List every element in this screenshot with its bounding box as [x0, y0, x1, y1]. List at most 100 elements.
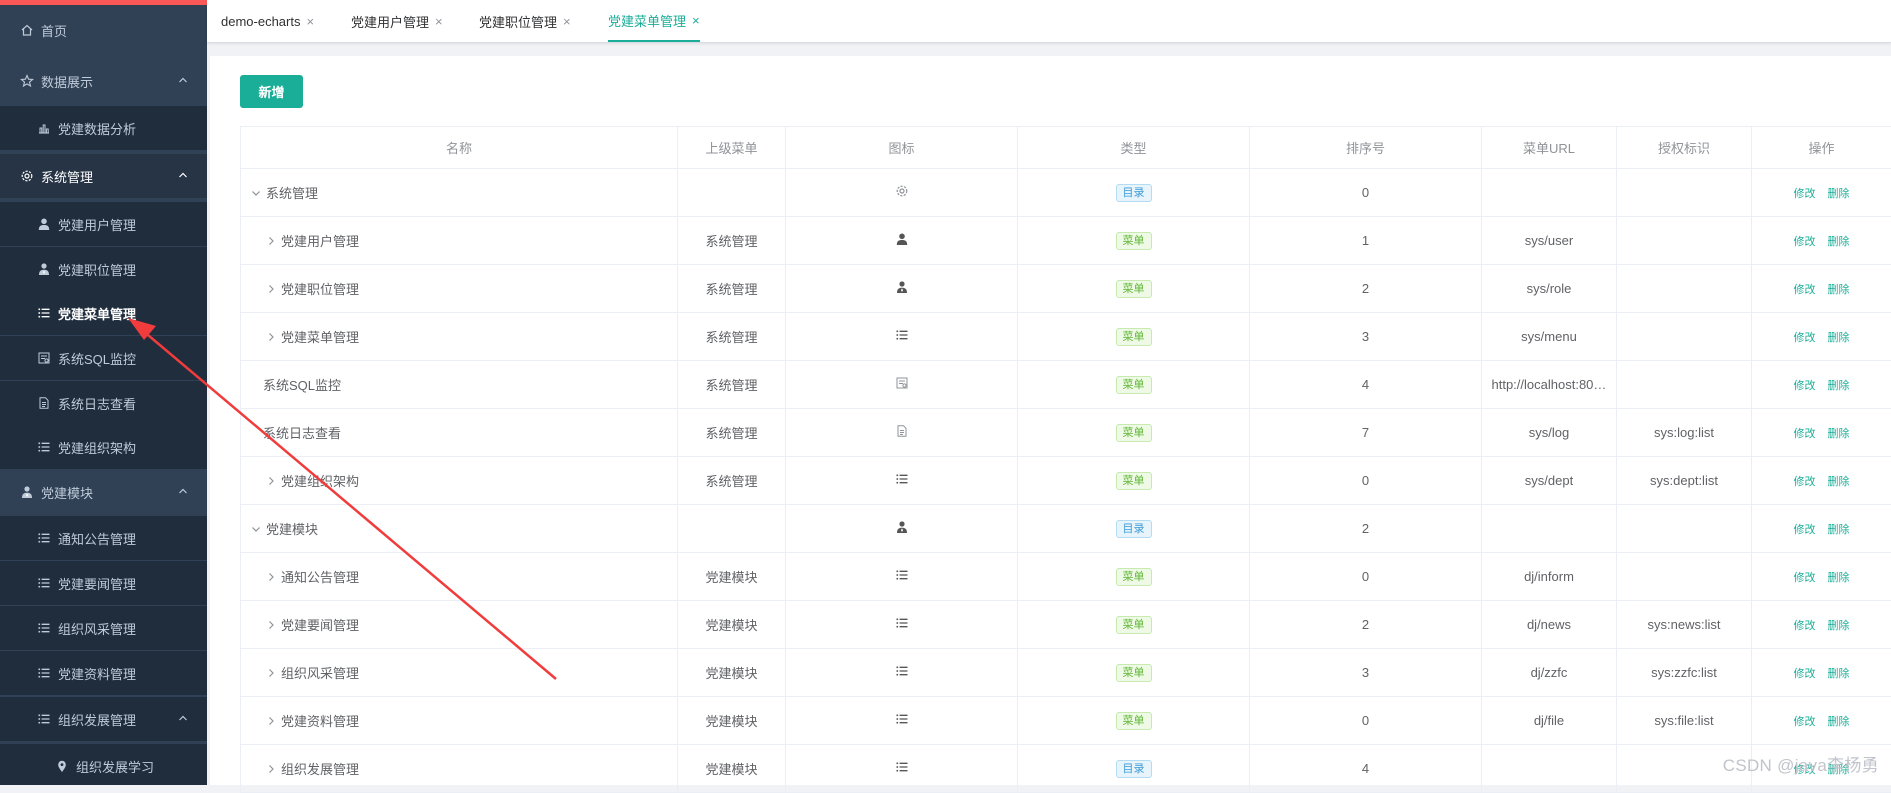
- chevron-right-icon[interactable]: [264, 666, 278, 680]
- delete-button[interactable]: 删除: [1828, 329, 1850, 345]
- delete-button[interactable]: 删除: [1828, 233, 1850, 249]
- cell-order: 0: [1250, 169, 1482, 216]
- list-icon: [895, 472, 909, 489]
- delete-button[interactable]: 删除: [1828, 713, 1850, 729]
- cell-url: sys/user: [1482, 217, 1617, 264]
- cell-type: 菜单: [1018, 601, 1250, 648]
- edit-button[interactable]: 修改: [1794, 377, 1816, 393]
- delete-button[interactable]: 删除: [1828, 521, 1850, 537]
- cell-url: dj/zzfc: [1482, 649, 1617, 696]
- cell-ops: 修改 删除: [1752, 697, 1891, 744]
- type-tag: 菜单: [1115, 327, 1152, 346]
- cell-icon: [786, 697, 1018, 744]
- sidebar-item-label: 党建组织架构: [58, 440, 137, 456]
- sidebar-item-2[interactable]: 党建数据分析: [0, 106, 207, 150]
- cell-ops: 修改 删除: [1752, 457, 1891, 504]
- sidebar-item-0[interactable]: 首页: [0, 9, 207, 51]
- delete-button[interactable]: 删除: [1828, 425, 1850, 441]
- sidebar-item-8[interactable]: 系统日志查看: [0, 381, 207, 425]
- delete-button[interactable]: 删除: [1828, 617, 1850, 633]
- cell-ops: 修改 删除: [1752, 361, 1891, 408]
- close-icon[interactable]: ×: [306, 14, 314, 29]
- tab-3[interactable]: 党建菜单管理 ×: [608, 0, 700, 42]
- menu-url: sys/menu: [1521, 329, 1577, 344]
- chevron-right-icon[interactable]: [264, 618, 278, 632]
- cell-perm: sys:log:list: [1617, 409, 1752, 456]
- chevron-right-icon[interactable]: [264, 570, 278, 584]
- cell-type: 菜单: [1018, 217, 1250, 264]
- sidebar-item-1[interactable]: 数据展示: [0, 59, 207, 103]
- edit-button[interactable]: 修改: [1794, 425, 1816, 441]
- delete-button[interactable]: 删除: [1828, 665, 1850, 681]
- cell-order: 2: [1250, 505, 1482, 552]
- delete-button[interactable]: 删除: [1828, 569, 1850, 585]
- home-icon: [19, 22, 35, 38]
- sidebar-item-5[interactable]: 党建职位管理: [0, 247, 207, 291]
- cell-name: 组织风采管理: [241, 649, 678, 696]
- sidebar-item-10[interactable]: 党建模块: [0, 470, 207, 514]
- sidebar-item-7[interactable]: 系统SQL监控: [0, 336, 207, 380]
- edit-button[interactable]: 修改: [1794, 665, 1816, 681]
- chevron-right-icon[interactable]: [264, 762, 278, 776]
- delete-button[interactable]: 删除: [1828, 185, 1850, 201]
- name-wrap: 系统日志查看: [241, 423, 341, 442]
- star-icon: [19, 73, 35, 89]
- edit-button[interactable]: 修改: [1794, 569, 1816, 585]
- edit-button[interactable]: 修改: [1794, 281, 1816, 297]
- delete-button[interactable]: 删除: [1828, 473, 1850, 489]
- delete-button[interactable]: 删除: [1828, 377, 1850, 393]
- edit-button[interactable]: 修改: [1794, 713, 1816, 729]
- sidebar-item-14[interactable]: 党建资料管理: [0, 651, 207, 695]
- cell-type: 菜单: [1018, 265, 1250, 312]
- chevron-down-icon[interactable]: [249, 522, 263, 536]
- cell-perm: [1617, 265, 1752, 312]
- chevron-right-icon[interactable]: [264, 714, 278, 728]
- chevron-right-icon[interactable]: [264, 282, 278, 296]
- chevron-right-icon[interactable]: [264, 330, 278, 344]
- type-tag: 菜单: [1115, 279, 1152, 298]
- tab-1[interactable]: 党建用户管理 ×: [351, 0, 443, 42]
- sidebar-item-3[interactable]: 系统管理: [0, 154, 207, 198]
- add-menu-button[interactable]: 新增: [240, 75, 303, 108]
- cell-type: 菜单: [1018, 649, 1250, 696]
- tab-2[interactable]: 党建职位管理 ×: [479, 0, 571, 42]
- sidebar-item-label: 党建资料管理: [58, 666, 137, 682]
- delete-button[interactable]: 删除: [1828, 281, 1850, 297]
- sidebar-item-6[interactable]: 党建菜单管理: [0, 291, 207, 335]
- sidebar-item-9[interactable]: 党建组织架构: [0, 425, 207, 469]
- menu-name: 系统日志查看: [263, 426, 342, 441]
- edit-button[interactable]: 修改: [1794, 329, 1816, 345]
- name-wrap: 组织发展管理: [241, 759, 359, 778]
- header-perm: 授权标识: [1617, 127, 1752, 168]
- cell-parent: 系统管理: [678, 457, 786, 504]
- edit-button[interactable]: 修改: [1794, 617, 1816, 633]
- close-icon[interactable]: ×: [435, 14, 443, 29]
- chevron-down-icon[interactable]: [249, 186, 263, 200]
- menu-url: sys/dept: [1524, 473, 1574, 488]
- cell-parent: 党建模块: [678, 697, 786, 744]
- cell-parent: 党建模块: [678, 553, 786, 600]
- close-icon[interactable]: ×: [692, 13, 700, 28]
- name-wrap: 党建组织架构: [241, 471, 359, 490]
- menu-name: 党建组织架构: [281, 474, 360, 489]
- sidebar-item-4[interactable]: 党建用户管理: [0, 202, 207, 246]
- cell-perm: [1617, 361, 1752, 408]
- sidebar-item-12[interactable]: 党建要闻管理: [0, 561, 207, 605]
- edit-button[interactable]: 修改: [1794, 233, 1816, 249]
- cell-type: 菜单: [1018, 697, 1250, 744]
- sidebar-item-13[interactable]: 组织风采管理: [0, 606, 207, 650]
- close-icon[interactable]: ×: [563, 14, 571, 29]
- edit-button[interactable]: 修改: [1794, 185, 1816, 201]
- name-wrap: 组织风采管理: [241, 663, 359, 682]
- cell-order: 2: [1250, 265, 1482, 312]
- sidebar-item-16[interactable]: 组织发展学习: [0, 744, 207, 785]
- cell-name: 党建职位管理: [241, 265, 678, 312]
- chevron-right-icon[interactable]: [264, 474, 278, 488]
- chevron-right-icon[interactable]: [264, 234, 278, 248]
- chevron-up-icon: [177, 712, 189, 724]
- edit-button[interactable]: 修改: [1794, 521, 1816, 537]
- sidebar-item-15[interactable]: 组织发展管理: [0, 697, 207, 741]
- edit-button[interactable]: 修改: [1794, 473, 1816, 489]
- sidebar-item-11[interactable]: 通知公告管理: [0, 516, 207, 560]
- tab-0[interactable]: demo-echarts ×: [221, 0, 314, 42]
